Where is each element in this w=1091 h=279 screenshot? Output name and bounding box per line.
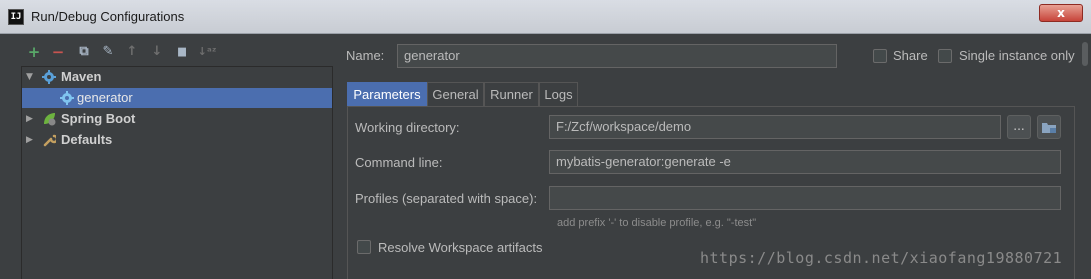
- resolve-workspace-checkbox[interactable]: [357, 240, 371, 254]
- remove-icon[interactable]: −: [48, 42, 68, 62]
- maven-gear-icon: [60, 91, 74, 105]
- add-icon[interactable]: +: [24, 42, 44, 62]
- single-instance-label: Single instance only: [959, 48, 1075, 63]
- tree-item-label: Defaults: [61, 132, 113, 147]
- tree-item-label: Spring Boot: [61, 111, 136, 126]
- maven-gear-icon: [42, 70, 56, 84]
- copy-icon[interactable]: ⧉: [74, 42, 94, 62]
- tab-general[interactable]: General: [427, 82, 484, 106]
- single-instance-checkbox[interactable]: [938, 49, 952, 63]
- vertical-scrollbar[interactable]: [1081, 40, 1089, 279]
- expand-arrow-icon[interactable]: ▼: [26, 67, 36, 87]
- folder-macro-button[interactable]: [1037, 115, 1061, 139]
- folder-icon[interactable]: ▆: [172, 42, 192, 62]
- tree-item-defaults[interactable]: ▶ Defaults: [22, 130, 332, 150]
- window-title: Run/Debug Configurations: [31, 9, 185, 24]
- working-directory-field[interactable]: F:/Zcf/workspace/demo: [549, 115, 1001, 139]
- browse-button[interactable]: ...: [1007, 115, 1031, 139]
- command-line-field[interactable]: mybatis-generator:generate -e: [549, 150, 1061, 174]
- tree-item-spring-boot[interactable]: ▶ Spring Boot: [22, 109, 332, 129]
- resolve-workspace-label: Resolve Workspace artifacts: [378, 240, 543, 255]
- scrollbar-thumb[interactable]: [1082, 42, 1088, 66]
- spring-boot-icon: [44, 113, 56, 126]
- sort-icon[interactable]: ↓ᵃᶻ: [197, 42, 217, 62]
- name-field[interactable]: generator: [397, 44, 837, 68]
- close-window-button[interactable]: x: [1039, 4, 1083, 22]
- tree-item-label: generator: [77, 90, 133, 105]
- title-bar: IJ Run/Debug Configurations x: [0, 0, 1091, 34]
- watermark-text: https://blog.csdn.net/xiaofang19880721: [700, 249, 1063, 267]
- configurations-tree: ▼ Maven generator ▶ Spring Boot ▶ Defaul…: [21, 66, 333, 279]
- move-down-icon[interactable]: ↓: [147, 42, 167, 62]
- profiles-hint: add prefix '-' to disable profile, e.g. …: [557, 217, 757, 229]
- collapse-arrow-icon[interactable]: ▶: [26, 109, 36, 129]
- working-directory-label: Working directory:: [355, 120, 460, 135]
- command-line-label: Command line:: [355, 155, 443, 170]
- tree-item-generator[interactable]: generator: [22, 88, 332, 108]
- intellij-app-icon: IJ: [8, 9, 24, 25]
- config-toolbar: + − ⧉ ✎ ↑ ↓ ▆ ↓ᵃᶻ: [18, 42, 336, 64]
- tree-item-label: Maven: [61, 69, 102, 84]
- tab-logs[interactable]: Logs: [539, 82, 578, 106]
- collapse-arrow-icon[interactable]: ▶: [26, 130, 36, 150]
- tab-parameters[interactable]: Parameters: [347, 82, 427, 106]
- move-up-icon[interactable]: ↑: [122, 42, 142, 62]
- wrench-icon: [43, 134, 56, 147]
- share-label: Share: [893, 48, 928, 63]
- share-checkbox[interactable]: [873, 49, 887, 63]
- tree-item-maven[interactable]: ▼ Maven: [22, 67, 332, 87]
- profiles-field[interactable]: [549, 186, 1061, 210]
- tab-runner[interactable]: Runner: [484, 82, 539, 106]
- wrench-icon[interactable]: ✎: [98, 42, 118, 62]
- configurations-panel: + − ⧉ ✎ ↑ ↓ ▆ ↓ᵃᶻ ▼ Maven generator ▶ Sp…: [18, 34, 336, 279]
- name-label: Name:: [346, 48, 385, 63]
- profiles-label: Profiles (separated with space):: [355, 191, 538, 206]
- folder-icon: [1042, 123, 1056, 133]
